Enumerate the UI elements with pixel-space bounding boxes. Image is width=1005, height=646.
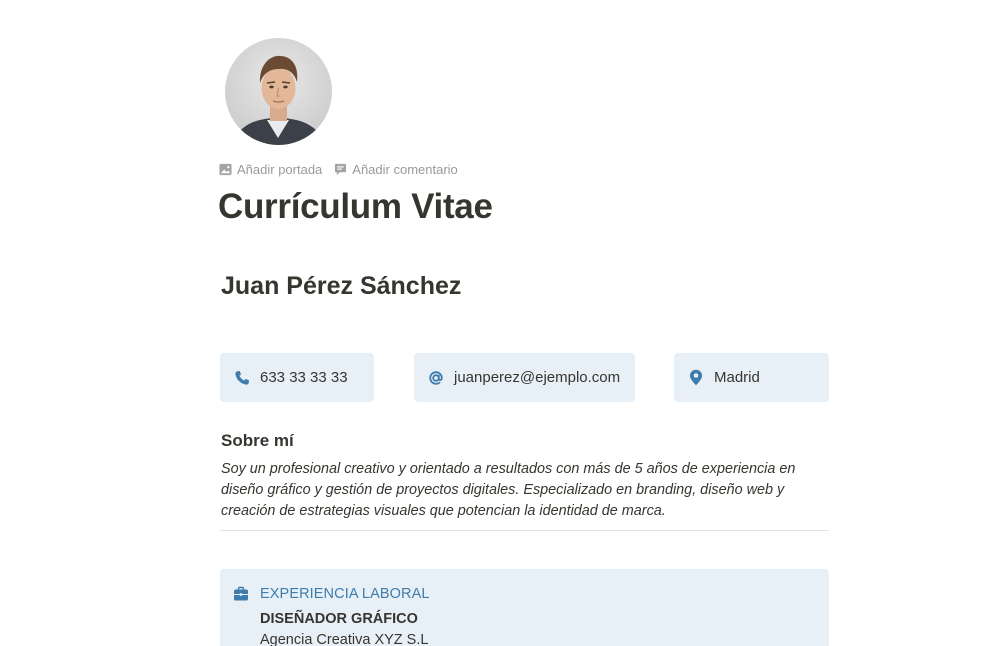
page-actions: Añadir portada Añadir comentario xyxy=(219,162,458,177)
person-name[interactable]: Juan Pérez Sánchez xyxy=(221,272,461,301)
contact-location-card[interactable]: Madrid xyxy=(674,353,829,402)
page-title[interactable]: Currículum Vitae xyxy=(218,187,493,227)
divider xyxy=(220,530,829,531)
map-pin-icon xyxy=(687,369,705,387)
about-heading[interactable]: Sobre mí xyxy=(221,431,294,451)
phone-number: 633 33 33 33 xyxy=(260,369,348,386)
comment-icon xyxy=(335,163,347,176)
briefcase-icon xyxy=(233,586,249,602)
experience-callout[interactable]: EXPERIENCIA LABORAL DISEÑADOR GRÁFICO Ag… xyxy=(220,569,829,646)
email-address: juanperez@ejemplo.com xyxy=(454,369,621,386)
about-text[interactable]: Soy un profesional creativo y orientado … xyxy=(221,459,829,522)
contact-email-card[interactable]: juanperez@ejemplo.com xyxy=(414,353,635,402)
add-cover-button[interactable]: Añadir portada xyxy=(219,162,322,177)
at-icon xyxy=(427,369,445,387)
add-cover-label: Añadir portada xyxy=(237,162,323,177)
add-comment-label: Añadir comentario xyxy=(352,162,458,177)
phone-icon xyxy=(233,369,251,387)
image-icon xyxy=(219,163,232,176)
experience-heading: EXPERIENCIA LABORAL xyxy=(260,586,430,602)
profile-avatar[interactable] xyxy=(225,38,332,145)
add-comment-button[interactable]: Añadir comentario xyxy=(334,162,458,177)
company-name: Agencia Creativa XYZ S.L xyxy=(260,632,429,646)
profile-photo xyxy=(233,55,324,145)
contact-phone-card[interactable]: 633 33 33 33 xyxy=(220,353,374,402)
location-text: Madrid xyxy=(714,369,760,386)
notion-page: Añadir portada Añadir comentario Currícu… xyxy=(0,0,1005,646)
job-title: DISEÑADOR GRÁFICO xyxy=(260,611,418,627)
